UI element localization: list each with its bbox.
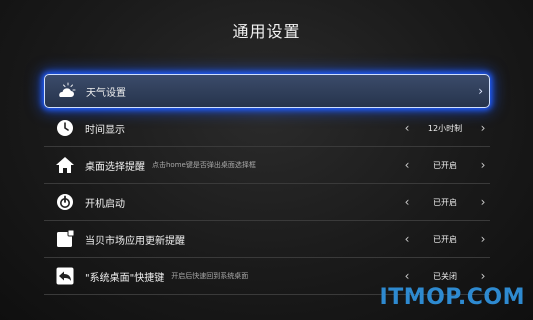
setting-row-weather[interactable]: 天气设置 › <box>44 74 490 108</box>
setting-label: 桌面选择提醒 <box>85 161 145 173</box>
right-chevron-icon[interactable]: › <box>476 269 490 283</box>
right-chevron-icon[interactable]: › <box>476 121 490 135</box>
setting-value: 已开启 <box>433 197 457 207</box>
left-chevron-icon[interactable]: ‹ <box>400 232 414 246</box>
setting-label: 时间显示 <box>85 124 125 136</box>
setting-value: 已开启 <box>433 234 457 244</box>
right-chevron-icon[interactable]: › <box>478 84 483 98</box>
value-selector: ‹ 已开启 › <box>400 221 490 257</box>
setting-value: 已开启 <box>433 160 457 170</box>
setting-value: 已关闭 <box>433 271 457 281</box>
setting-label: 开机启动 <box>85 198 125 210</box>
page-title: 通用设置 <box>232 22 301 41</box>
setting-row-desktop-reminder[interactable]: 桌面选择提醒 点击home键是否弹出桌面选择框 ‹ 已开启 › <box>44 147 490 184</box>
settings-list: 天气设置 › 时间显示 ‹ 12小时制 › 桌面选择提醒 点击home键是否弹出… <box>44 74 490 295</box>
value-selector: ‹ 12小时制 › <box>400 110 490 146</box>
setting-label: 天气设置 <box>86 87 126 99</box>
left-chevron-icon[interactable]: ‹ <box>400 269 414 283</box>
value-selector: ‹ 已开启 › <box>400 147 490 183</box>
right-chevron-icon[interactable]: › <box>476 232 490 246</box>
site-watermark: ITMOP.COM <box>379 285 525 310</box>
setting-value: 12小时制 <box>427 123 463 133</box>
right-chevron-icon[interactable]: › <box>476 158 490 172</box>
update-badge-icon <box>55 229 75 249</box>
setting-row-market-update[interactable]: 当贝市场应用更新提醒 ‹ 已开启 › <box>44 221 490 258</box>
setting-hint: 点击home键是否弹出桌面选择框 <box>152 161 256 169</box>
setting-hint: 开启后快速回到系统桌面 <box>171 272 249 280</box>
back-arrow-icon <box>55 266 75 286</box>
setting-row-boot-start[interactable]: 开机启动 ‹ 已开启 › <box>44 184 490 221</box>
left-chevron-icon[interactable]: ‹ <box>400 158 414 172</box>
setting-label: 当贝市场应用更新提醒 <box>85 235 185 247</box>
power-icon <box>55 192 75 212</box>
right-chevron-icon[interactable]: › <box>476 195 490 209</box>
left-chevron-icon[interactable]: ‹ <box>400 121 414 135</box>
clock-icon <box>55 118 75 138</box>
setting-row-time-display[interactable]: 时间显示 ‹ 12小时制 › <box>44 110 490 147</box>
home-icon <box>55 155 75 175</box>
left-chevron-icon[interactable]: ‹ <box>400 195 414 209</box>
value-selector: ‹ 已开启 › <box>400 184 490 220</box>
weather-cloud-icon <box>56 81 76 101</box>
setting-label: "系统桌面"快捷键 <box>85 272 165 284</box>
